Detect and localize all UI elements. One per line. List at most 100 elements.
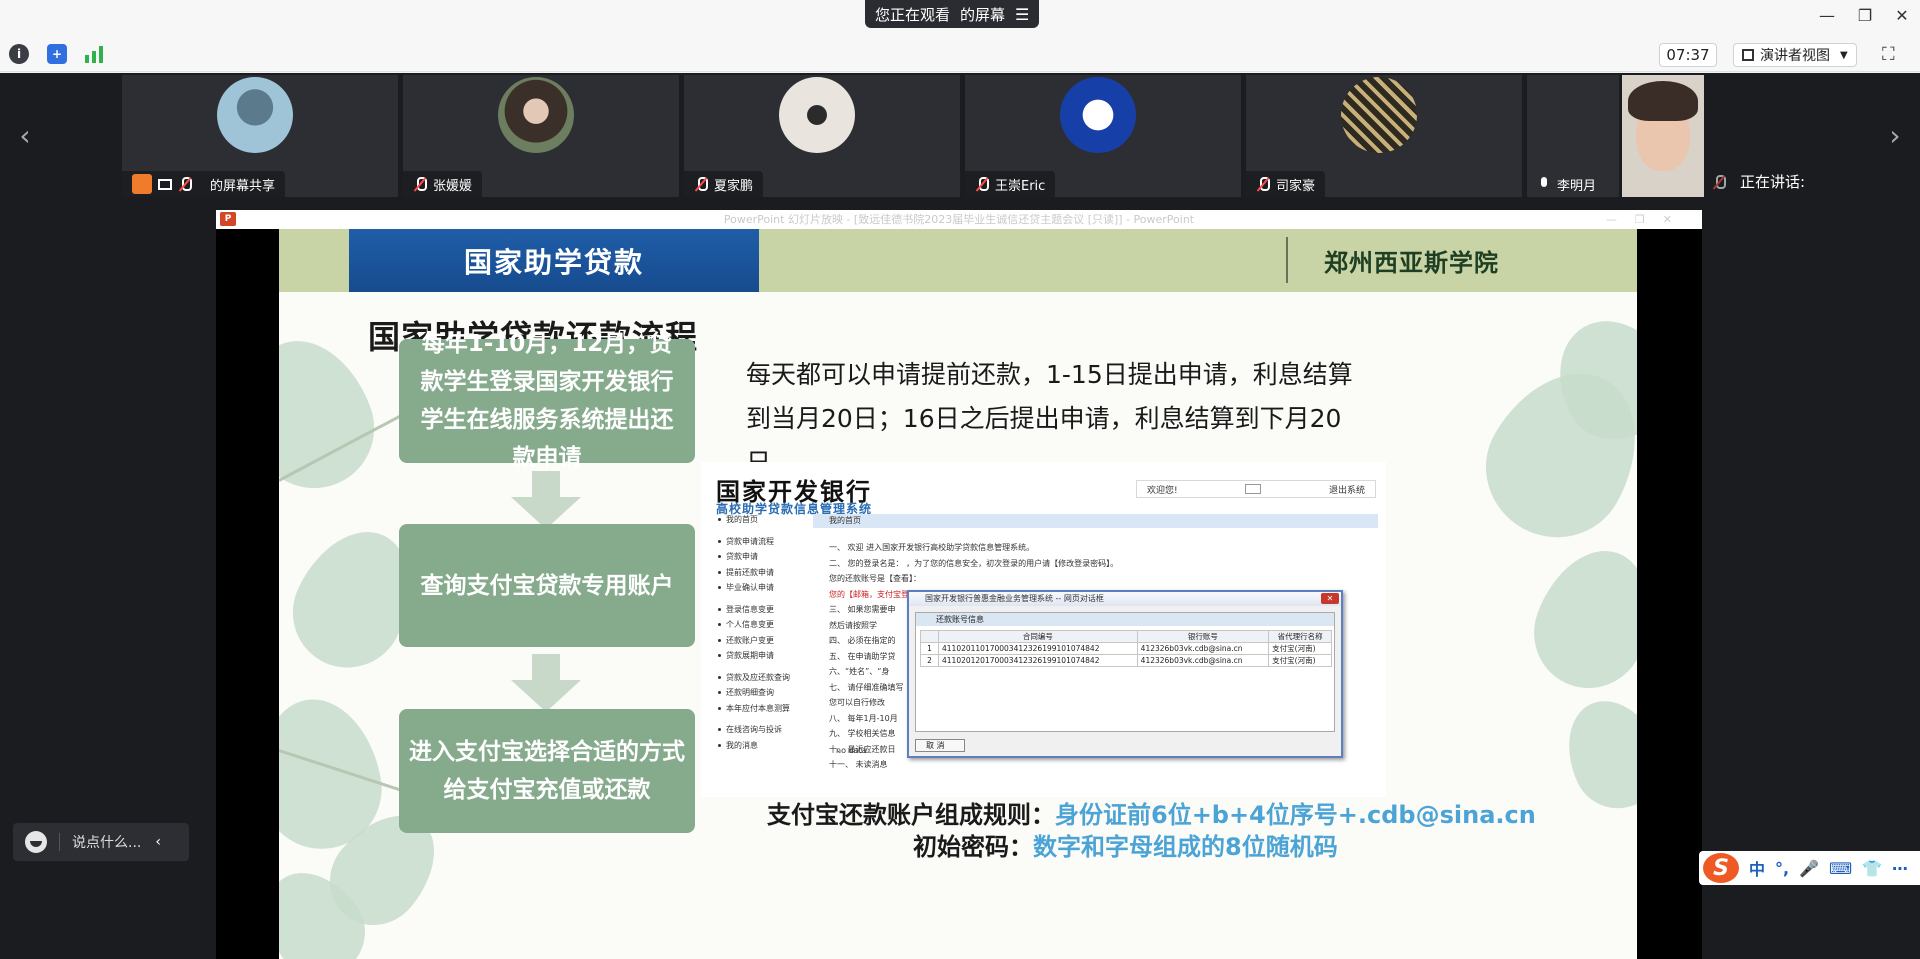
info-icon[interactable]: i — [9, 44, 29, 64]
bank-nav-item: 贷款申请流程 — [716, 534, 811, 550]
notice-line: 二、 您的登录名是： ，为了您的信息安全，初次登录的用户请【修改登录密码】。 — [829, 558, 1119, 568]
ime-punctuation[interactable]: °, — [1775, 859, 1789, 878]
presenter-view-icon — [1742, 49, 1754, 61]
table-cell: 2 — [920, 654, 939, 667]
participant-namebar: 王崇Eric — [965, 171, 1056, 197]
participant-namebar: 的屏幕共享 — [122, 171, 286, 197]
dialog-section-header: 还款账号信息 — [916, 613, 1334, 626]
close-icon[interactable]: ✕ — [1890, 6, 1914, 25]
no-data-label: no data — [836, 746, 867, 755]
table-header: 合同编号 — [938, 630, 1138, 643]
speaking-indicator: 正在讲话: — [1712, 171, 1805, 192]
participant-name: 张媛媛 — [433, 178, 473, 194]
ime-skin-icon[interactable]: 👕 — [1862, 859, 1882, 878]
rule-label: 初始密码： — [913, 833, 1033, 861]
bank-main-header: 我的首页 — [813, 514, 1378, 528]
shared-screen-area: P PowerPoint 幻灯片放映 - [致远佳德书院2023届毕业生诚信还贷… — [0, 200, 1920, 959]
bank-nav-item: 还款明细查询 — [716, 685, 811, 701]
bank-nav-item: 还款账户变更 — [716, 633, 811, 649]
speaking-label: 正在讲话: — [1740, 173, 1806, 191]
security-shield-icon[interactable]: + — [47, 44, 67, 64]
avatar — [779, 77, 855, 153]
participant-tile[interactable]: 李明月 — [1527, 75, 1619, 197]
chat-input[interactable]: 说点什么... ‹ — [13, 823, 189, 861]
participant-name: 李明月 — [1557, 178, 1597, 194]
leaf-decoration — [1549, 685, 1637, 823]
table-header: 银行账号 — [1136, 630, 1270, 643]
bank-nav-item: 提前还款申请 — [716, 565, 811, 581]
fullscreen-icon[interactable]: ⛶ — [1882, 44, 1895, 65]
prev-page-arrow-icon[interactable]: ‹ — [12, 113, 38, 157]
active-speaker-video[interactable] — [1622, 75, 1704, 197]
ime-more-icon[interactable]: ⋯ — [1892, 859, 1908, 878]
menu-icon[interactable]: ☰ — [1015, 5, 1029, 24]
next-page-arrow-icon[interactable]: › — [1882, 113, 1908, 157]
slide-header-title: 国家助学贷款 — [349, 229, 759, 292]
minimize-icon[interactable]: — — [1815, 6, 1839, 25]
account-info-dialog: 国家开发银行普惠金融业务管理系统 -- 网页对话框 ✕ 还款账号信息 合同编号 … — [907, 590, 1343, 758]
collapse-chevron-icon[interactable]: ‹ — [155, 834, 161, 850]
rule-label: 支付宝还款账户组成规则： — [767, 801, 1055, 829]
dialog-cancel-button: 取 消 — [915, 739, 965, 752]
top-bar: 您正在观看 的屏幕 ☰ — ❐ ✕ — [0, 0, 1920, 36]
participant-tile[interactable]: 张媛媛 — [403, 75, 679, 197]
dialog-title-text: 国家开发银行普惠金融业务管理系统 -- 网页对话框 — [925, 594, 1104, 603]
ime-keyboard-icon[interactable]: ⌨ — [1829, 859, 1852, 878]
dialog-close-icon: ✕ — [1321, 593, 1339, 604]
mic-muted-icon — [975, 177, 989, 191]
powerpoint-logo-icon: P — [220, 212, 236, 226]
ppt-titlebar: P PowerPoint 幻灯片放映 - [致远佳德书院2023届毕业生诚信还贷… — [216, 210, 1702, 229]
participant-tile[interactable]: 的屏幕共享 — [122, 75, 398, 197]
dialog-body: 还款账号信息 合同编号 银行账号 省代理行名称 1 41102011017000… — [915, 612, 1335, 732]
participant-name: 夏家鹏 — [714, 178, 754, 194]
ppt-window-title: PowerPoint 幻灯片放映 - [致远佳德书院2023届毕业生诚信还贷主题… — [723, 213, 1195, 226]
ime-mode-chinese[interactable]: 中 — [1749, 856, 1765, 880]
ime-voice-icon[interactable]: 🎤 — [1799, 859, 1819, 878]
ime-toolbar[interactable]: S 中 °, 🎤 ⌨ 👕 ⋯ — [1699, 851, 1920, 885]
meeting-toolbar: i + 07:37 演讲者视图 ▼ ⛶ — [0, 36, 1920, 72]
step-box-1: 每年1-10月，12月，贷款学生登录国家开发银行学生在线服务系统提出还款申请 — [399, 331, 695, 471]
participant-strip: ‹ 的屏幕共享 张媛媛 夏家鹏 王崇Eric 司家豪 李明月 › 正在讲话: — [0, 73, 1920, 200]
mail-icon — [1245, 484, 1262, 494]
restore-icon[interactable]: ❐ — [1853, 6, 1877, 25]
participant-namebar: 司家豪 — [1246, 171, 1326, 197]
table-cell: 41102012017000341232619910107484​2 — [938, 654, 1138, 667]
notice-line: 一、 欢迎 进入国家开发银行高校助学贷款信息管理系统。 — [829, 543, 1035, 552]
table-header-row: 合同编号 银行账号 省代理行名称 — [920, 630, 1332, 643]
bank-nav-item: 我的消息 — [716, 738, 811, 754]
share-screen-icon — [132, 174, 152, 194]
screen-share-status[interactable]: 您正在观看 的屏幕 ☰ — [865, 0, 1040, 28]
bank-nav-item: 贷款展期申请 — [716, 648, 811, 664]
avatar — [217, 77, 293, 153]
welcome-text: 欢迎您! — [1147, 485, 1178, 496]
participant-tile[interactable]: 司家豪 — [1246, 75, 1522, 197]
mic-muted-icon — [1712, 174, 1726, 189]
avatar — [1060, 77, 1136, 153]
powerpoint-window: P PowerPoint 幻灯片放映 - [致远佳德书院2023届毕业生诚信还贷… — [216, 210, 1702, 959]
mic-muted-icon — [178, 177, 192, 191]
dialog-title: 国家开发银行普惠金融业务管理系统 -- 网页对话框 ✕ — [909, 592, 1341, 606]
mic-muted-icon — [1256, 177, 1270, 191]
school-name: 郑州西亚斯学院 — [1324, 249, 1499, 277]
signal-strength-icon[interactable] — [84, 44, 104, 64]
bank-nav-item: 毕业确认申请 — [716, 580, 811, 596]
table-header — [920, 630, 939, 643]
bank-nav-item: 本年应付本息测算 — [716, 701, 811, 717]
leaf-decoration — [1518, 534, 1637, 704]
table-cell: 412326b03vk.cdb@sina.cn — [1136, 654, 1270, 667]
participant-namebar: 夏家鹏 — [684, 171, 764, 197]
meeting-timer: 07:37 — [1659, 43, 1717, 67]
table-cell: 41102011017000341232619910107484​2 — [938, 642, 1138, 655]
chevron-down-icon: ▼ — [1840, 49, 1848, 61]
slide: 国家助学贷款 郑州西亚斯学院 国家助学贷款还款流程 每年1-10月，12月，贷款… — [279, 229, 1637, 959]
presenter-view-dropdown[interactable]: 演讲者视图 ▼ — [1733, 43, 1857, 67]
down-arrow-icon — [511, 471, 581, 529]
table-row: 1 41102011017000341232619910107484​2 412… — [920, 642, 1332, 655]
emoji-icon[interactable] — [25, 831, 47, 853]
sogou-logo-icon[interactable]: S — [1703, 853, 1739, 883]
share-status-label: 您正在观看 — [875, 5, 951, 24]
participant-tile[interactable]: 夏家鹏 — [684, 75, 960, 197]
participant-tile[interactable]: 王崇Eric — [965, 75, 1241, 197]
bank-nav: 我的首页 贷款申请流程 贷款申请 提前还款申请 毕业确认申请 登录信息变更 个人… — [716, 512, 811, 753]
participant-namebar: 张媛媛 — [403, 171, 483, 197]
